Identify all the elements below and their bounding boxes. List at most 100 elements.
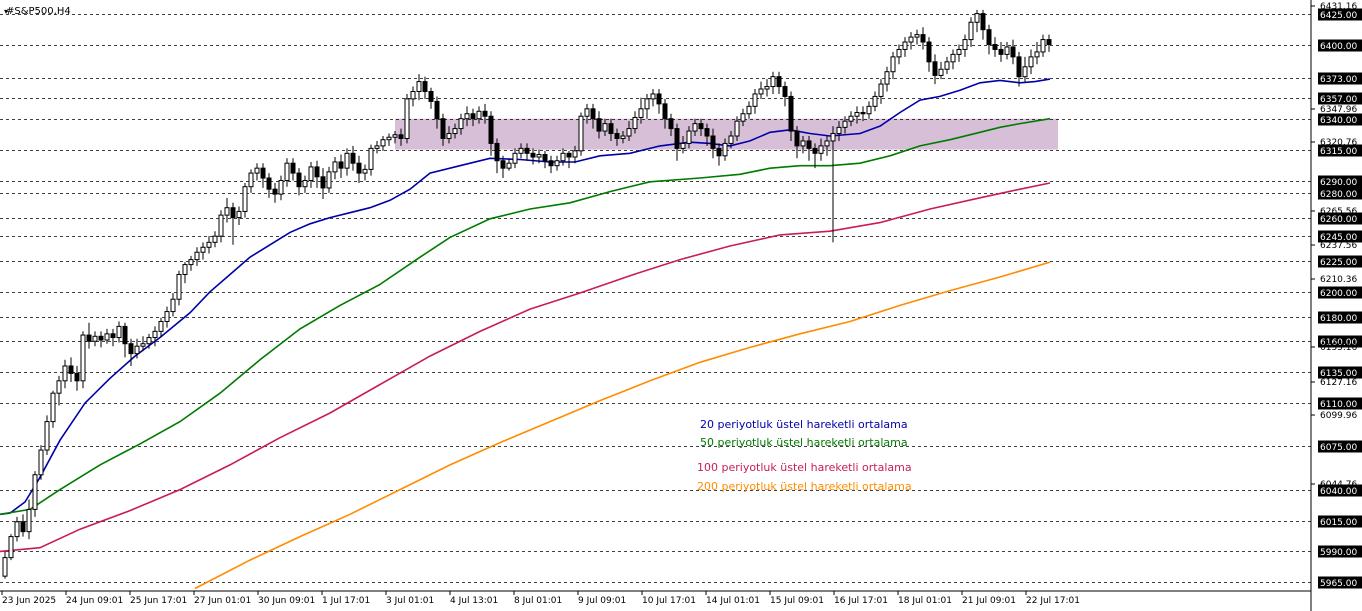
level-label: 6110.00 (1320, 400, 1357, 410)
candle (578, 112, 584, 156)
bull-candle-body (644, 98, 650, 110)
level-label: 6075.00 (1320, 443, 1357, 453)
bull-candle-body (968, 21, 974, 41)
time-tick-label: 4 Jul 13:01 (450, 596, 498, 606)
bull-candle-body (452, 128, 458, 135)
bull-candle-body (224, 207, 230, 216)
time-tick-label: 10 Jul 17:01 (642, 596, 696, 606)
bear-candle-body (230, 207, 236, 219)
level-label: 5990.00 (1320, 548, 1357, 558)
bull-candle-body (104, 333, 110, 341)
bull-candle-body (728, 135, 734, 144)
bull-candle-body (908, 36, 914, 43)
price-tick-label: 6155.16 (1320, 343, 1357, 353)
bull-candle-body (686, 130, 692, 144)
bull-candle-body (410, 90, 416, 100)
bull-candle-body (722, 142, 728, 157)
bear-candle-body (494, 142, 500, 162)
bear-candle-body (422, 81, 428, 92)
bull-candle-body (650, 93, 656, 100)
bull-candle-body (560, 152, 566, 162)
bull-candle-body (32, 474, 38, 510)
bull-candle-body (194, 251, 200, 261)
bear-candle-body (74, 372, 80, 382)
price-tick-label: 6099.96 (1320, 411, 1357, 421)
time-tick-label: 24 Jun 09:01 (66, 596, 123, 606)
bear-candle-body (980, 13, 986, 31)
bull-candle-body (206, 241, 212, 248)
bull-candle-body (1034, 51, 1040, 58)
time-tick-label: 9 Jul 09:01 (578, 596, 626, 606)
bull-candle-body (80, 334, 86, 382)
bear-candle-body (782, 86, 788, 97)
legend-entry-2: 100 periyotluk üstel hareketli ortalama (697, 461, 912, 474)
bull-candle-body (302, 180, 308, 188)
bear-candle-body (596, 118, 602, 132)
bear-candle-body (998, 48, 1004, 55)
bear-candle-body (566, 152, 572, 158)
bear-candle-body (614, 133, 620, 139)
bull-candle-body (242, 186, 248, 212)
level-label: 6400.00 (1320, 42, 1357, 52)
bull-candle-body (344, 152, 350, 169)
bear-candle-body (128, 343, 134, 355)
bull-candle-body (884, 71, 890, 85)
candle (404, 93, 410, 144)
time-tick-label: 16 Jul 17:01 (834, 596, 888, 606)
level-label: 6280.00 (1320, 190, 1357, 200)
bull-candle-body (38, 449, 44, 476)
time-tick-label: 25 Jun 17:01 (130, 596, 187, 606)
bear-candle-body (296, 172, 302, 188)
bull-candle-body (164, 311, 170, 322)
bull-candle-body (938, 68, 944, 76)
candle (80, 331, 86, 389)
bear-candle-body (590, 108, 596, 120)
bull-candle-body (872, 95, 878, 107)
bear-candle-body (1010, 46, 1016, 58)
bear-candle-body (716, 147, 722, 157)
level-label: 6225.00 (1320, 258, 1357, 268)
bull-candle-body (56, 380, 62, 394)
bull-candle-body (188, 259, 194, 266)
bull-candle-body (830, 133, 836, 142)
bear-candle-body (20, 521, 26, 533)
price-tick-label: 6127.16 (1320, 378, 1357, 388)
bear-candle-body (356, 162, 362, 174)
level-label: 6315.00 (1320, 147, 1357, 157)
bull-candle-body (176, 273, 182, 300)
time-tick-label: 15 Jul 09:01 (770, 596, 824, 606)
bull-candle-body (254, 167, 260, 174)
bear-candle-body (68, 365, 74, 374)
bear-candle-body (434, 100, 440, 120)
price-tick-label: 6431.16 (1320, 2, 1357, 12)
chevron-down-icon[interactable]: ▾ (4, 7, 8, 16)
bear-candle-body (440, 118, 446, 139)
bull-candle-body (836, 126, 842, 135)
bull-candle-body (62, 365, 68, 382)
bear-candle-body (98, 335, 104, 341)
time-tick-label: 3 Jul 01:01 (386, 596, 434, 606)
bull-candle-body (506, 162, 512, 169)
chart-background (0, 0, 1362, 611)
bear-candle-body (926, 41, 932, 63)
bull-candle-body (914, 34, 920, 38)
price-tick-label: 6265.56 (1320, 207, 1357, 217)
price-tick-label: 6044.76 (1320, 480, 1357, 490)
bear-candle-body (314, 166, 320, 178)
bull-candle-body (632, 116, 638, 130)
bull-candle-body (92, 335, 98, 342)
level-label: 6373.00 (1320, 75, 1357, 85)
time-tick-label: 27 Jun 01:01 (194, 596, 251, 606)
bull-candle-body (680, 142, 686, 149)
bull-candle-body (248, 172, 254, 188)
bull-candle-body (284, 162, 290, 182)
price-chart[interactable]: 6425.00 6400.00 6373.00 6357.00 6340.00 6315.… (0, 0, 1362, 611)
bull-candle-body (896, 48, 902, 58)
bull-candle-body (8, 536, 14, 559)
bear-candle-body (266, 177, 272, 190)
bull-candle-body (944, 61, 950, 70)
price-tick-label: 6320.76 (1320, 138, 1357, 148)
bull-candle-body (170, 298, 176, 313)
bull-candle-body (800, 140, 806, 147)
bull-candle-body (770, 76, 776, 88)
